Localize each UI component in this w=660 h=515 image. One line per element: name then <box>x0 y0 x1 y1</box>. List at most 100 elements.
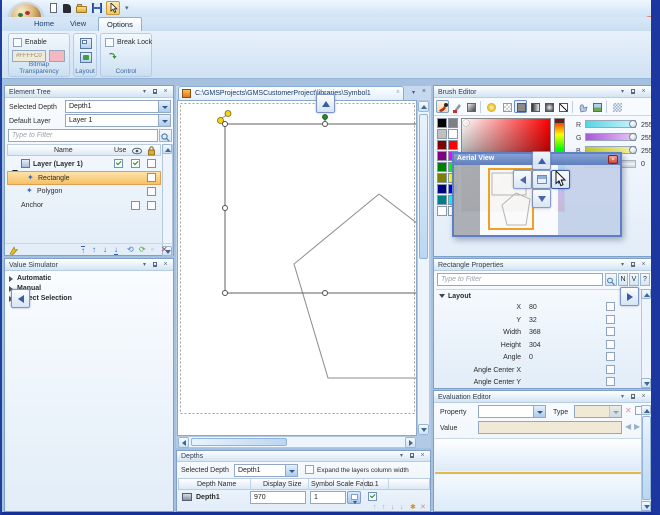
add-depth-icon[interactable]: ✱ <box>410 504 416 512</box>
property-row[interactable]: Angle 0 <box>436 352 641 364</box>
empty-fill-icon[interactable] <box>556 100 569 113</box>
tab-home[interactable]: Home <box>26 17 62 31</box>
linear-gradient-icon[interactable] <box>528 100 541 113</box>
value-field[interactable] <box>478 421 622 434</box>
lock-checkbox[interactable] <box>147 173 156 182</box>
slider-thumb[interactable] <box>629 133 637 141</box>
layout-tool-icon[interactable] <box>80 52 92 63</box>
layout-tool-icon[interactable] <box>80 38 92 49</box>
scroll-up-icon[interactable] <box>162 144 172 154</box>
image-brush-icon[interactable] <box>590 100 603 113</box>
scroll-down-icon[interactable] <box>641 378 651 388</box>
palette-swatch[interactable] <box>437 162 447 172</box>
use-column-header[interactable]: Use <box>114 146 126 155</box>
radial-gradient-icon[interactable] <box>542 100 555 113</box>
lock-checkbox[interactable] <box>147 187 156 196</box>
palette-swatch[interactable] <box>437 118 447 128</box>
slider-thumb[interactable] <box>629 146 637 154</box>
filter-name-button[interactable]: N <box>618 273 628 286</box>
palette-swatch[interactable] <box>448 118 458 128</box>
close-icon[interactable] <box>639 393 648 402</box>
search-icon[interactable] <box>159 129 172 142</box>
visibility-icon[interactable] <box>132 147 142 155</box>
depth-name-header[interactable]: Depth Name <box>197 480 236 489</box>
properties-scrollbar[interactable] <box>641 289 652 388</box>
property-checkbox[interactable] <box>606 327 615 336</box>
dock-cluster-left-button[interactable] <box>513 170 532 189</box>
window-position-icon[interactable] <box>618 261 627 270</box>
scroll-down-icon[interactable] <box>418 424 429 435</box>
property-combo[interactable] <box>478 405 546 418</box>
scroll-left-icon[interactable] <box>178 437 189 448</box>
break-lock-checkbox[interactable] <box>105 38 114 47</box>
name-column-header[interactable]: Name <box>54 146 73 155</box>
selected-depth-combo[interactable]: Depth1 <box>65 100 171 113</box>
no-brush-icon[interactable] <box>500 100 513 113</box>
brush-icon[interactable] <box>436 100 449 113</box>
save-icon[interactable] <box>92 3 103 14</box>
resize-handle[interactable] <box>223 291 228 296</box>
close-icon[interactable]: × <box>608 155 618 164</box>
lock-checkbox[interactable] <box>147 159 156 168</box>
property-checkbox[interactable] <box>606 352 615 361</box>
tree-row-layer[interactable]: Layer (Layer 1) <box>7 157 161 171</box>
chevron-down-icon[interactable] <box>285 465 297 476</box>
display-size-field[interactable] <box>250 491 306 504</box>
pin-icon[interactable] <box>628 393 637 402</box>
tree-row-rectangle[interactable]: ✦ Rectangle <box>7 171 161 185</box>
palette-swatch[interactable] <box>448 140 458 150</box>
close-icon[interactable] <box>161 261 170 270</box>
palette-swatch[interactable] <box>437 184 447 194</box>
expand-layers-checkbox[interactable] <box>305 465 314 474</box>
tree-row-polygon[interactable]: ✦ Polygon <box>7 185 161 199</box>
properties-filter-input[interactable] <box>437 273 603 286</box>
close-icon[interactable] <box>639 88 648 97</box>
search-icon[interactable] <box>605 273 617 286</box>
property-value[interactable]: 32 <box>529 316 537 325</box>
color-wheel-icon[interactable] <box>484 100 497 113</box>
property-row[interactable]: Width 368 <box>436 327 641 339</box>
select-arrow-button[interactable] <box>106 1 120 15</box>
scroll-up-icon[interactable] <box>641 405 651 415</box>
resize-handle[interactable] <box>323 291 328 296</box>
use-checkbox[interactable] <box>114 159 123 168</box>
pin-icon[interactable] <box>628 261 637 270</box>
import-icon[interactable] <box>62 3 73 14</box>
palette-swatch[interactable] <box>437 173 447 183</box>
qat-customize-icon[interactable]: ▾ <box>125 4 129 13</box>
clear-icon[interactable]: ✕ <box>625 406 632 415</box>
document-tab[interactable]: C:\GMSProjects\GMSCustomerProject\librar… <box>178 86 404 100</box>
property-row[interactable]: Y 32 <box>436 315 641 327</box>
property-checkbox[interactable] <box>606 315 615 324</box>
gradient-brush-icon[interactable] <box>464 100 477 113</box>
tree-scrollbar[interactable] <box>162 144 173 256</box>
scrollbar-thumb[interactable] <box>191 438 287 446</box>
property-checkbox[interactable] <box>606 340 615 349</box>
visible-checkbox[interactable] <box>131 201 140 210</box>
layer-checkbox[interactable] <box>368 492 377 501</box>
move-down-icon[interactable]: ↓ <box>103 246 107 254</box>
delete-depth-icon[interactable]: ✕ <box>420 504 426 512</box>
scroll-up-icon[interactable] <box>641 289 651 299</box>
filter-help-button[interactable]: ? <box>640 273 650 286</box>
property-checkbox[interactable] <box>606 302 615 311</box>
tab-close-icon[interactable]: × <box>396 89 400 96</box>
evaluation-scrollbar[interactable] <box>641 405 652 511</box>
property-checkbox[interactable] <box>606 365 615 374</box>
rotate-left-icon[interactable]: ⟲ <box>127 246 134 254</box>
move-to-top-icon[interactable]: ↑ <box>373 504 377 512</box>
angle-center-handle[interactable] <box>218 118 224 124</box>
document-close-icon[interactable]: × <box>422 88 426 95</box>
pattern-grid-icon[interactable] <box>610 100 623 113</box>
resize-handle[interactable] <box>323 122 328 127</box>
property-row[interactable]: Height 304 <box>436 340 641 352</box>
hue-marker[interactable] <box>555 119 564 123</box>
palette-swatch[interactable] <box>437 151 447 161</box>
rotate-handle[interactable] <box>323 115 328 120</box>
angle-handle[interactable] <box>225 111 231 117</box>
red-slider[interactable] <box>585 120 636 128</box>
rotate-right-icon[interactable]: ⟳ <box>139 246 146 254</box>
tab-list-icon[interactable]: ▾ <box>412 89 415 96</box>
property-value[interactable]: 80 <box>529 303 537 312</box>
dock-right-guide[interactable] <box>620 287 639 306</box>
